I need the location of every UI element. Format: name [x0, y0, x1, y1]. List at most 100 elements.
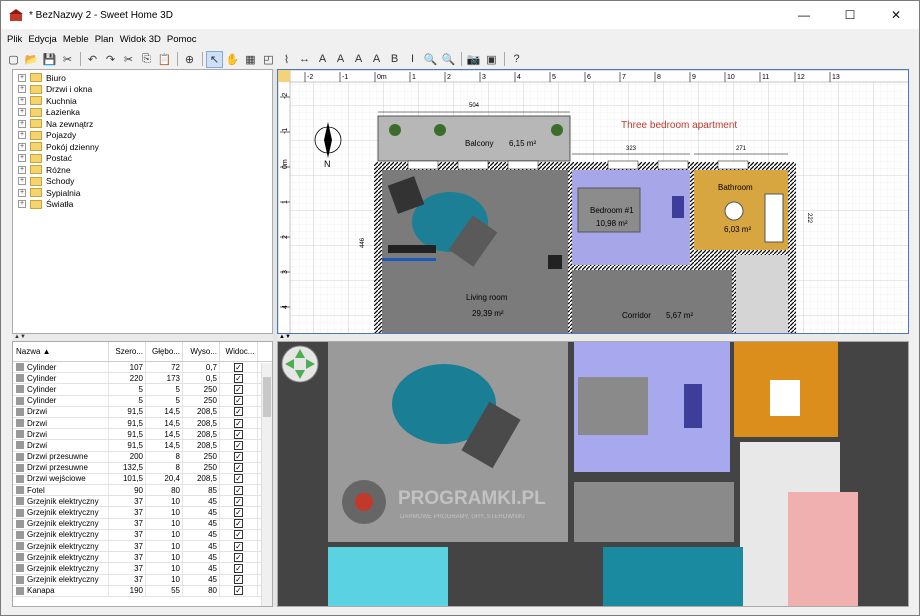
paste-icon[interactable]: 📋: [156, 51, 173, 68]
visible-checkbox[interactable]: ✓: [234, 563, 243, 573]
expand-icon[interactable]: +: [18, 177, 26, 186]
visible-checkbox[interactable]: ✓: [234, 485, 243, 495]
visible-checkbox[interactable]: ✓: [234, 440, 243, 450]
visible-checkbox[interactable]: ✓: [234, 452, 243, 462]
furniture-row[interactable]: Grzejnik elektryczny 37 10 45 ✓: [13, 518, 272, 530]
visible-checkbox[interactable]: ✓: [234, 429, 243, 439]
col-depth-header[interactable]: Głębo...: [146, 342, 183, 361]
furniture-visible[interactable]: ✓: [220, 507, 258, 518]
furniture-visible[interactable]: ✓: [220, 518, 258, 529]
furniture-visible[interactable]: ✓: [220, 473, 258, 485]
3d-view[interactable]: PROGRAMKI.PL DARMOWE PROGRAMY, GRY, STER…: [277, 341, 909, 607]
visible-checkbox[interactable]: ✓: [234, 407, 243, 417]
catalog-category[interactable]: + Pokój dzienny: [13, 141, 272, 153]
furniture-visible[interactable]: ✓: [220, 552, 258, 563]
furniture-row[interactable]: Cylinder 5 5 250 ✓: [13, 384, 272, 396]
furniture-visible[interactable]: ✓: [220, 384, 258, 395]
plant-3[interactable]: [551, 124, 563, 136]
furniture-row[interactable]: Cylinder 5 5 250 ✓: [13, 395, 272, 407]
menu-meble[interactable]: Meble: [60, 32, 92, 48]
bold-icon[interactable]: B: [386, 51, 403, 68]
bathtub[interactable]: [764, 193, 784, 243]
expand-icon[interactable]: +: [18, 85, 26, 94]
copy-icon[interactable]: ⎘: [138, 51, 155, 68]
furniture-row[interactable]: Drzwi 91,5 14,5 208,5 ✓: [13, 440, 272, 452]
furniture-row[interactable]: Grzejnik elektryczny 37 10 45 ✓: [13, 529, 272, 541]
furniture-visible[interactable]: ✓: [220, 585, 258, 596]
kitchen-floor[interactable]: [736, 255, 788, 334]
furniture-row[interactable]: Drzwi 91,5 14,5 208,5 ✓: [13, 417, 272, 430]
corridor-floor[interactable]: [572, 270, 732, 334]
visible-checkbox[interactable]: ✓: [234, 384, 243, 394]
photo-icon[interactable]: 📷: [465, 51, 482, 68]
expand-icon[interactable]: +: [18, 142, 26, 151]
decrease-text-icon[interactable]: A: [368, 51, 385, 68]
save-icon[interactable]: 💾: [41, 51, 58, 68]
furniture-visible[interactable]: ✓: [220, 429, 258, 440]
increase-text-icon[interactable]: A: [350, 51, 367, 68]
catalog-category[interactable]: + Kuchnia: [13, 95, 272, 107]
menu-widok-3d[interactable]: Widok 3D: [117, 32, 164, 48]
maximize-button[interactable]: ☐: [827, 1, 873, 29]
furniture-row[interactable]: Drzwi 91,5 14,5 208,5 ✓: [13, 429, 272, 441]
visible-checkbox[interactable]: ✓: [234, 508, 243, 518]
italic-icon[interactable]: I: [404, 51, 421, 68]
help-icon[interactable]: ?: [508, 51, 525, 68]
furniture-visible[interactable]: ✓: [220, 529, 258, 540]
furniture-visible[interactable]: ✓: [220, 406, 258, 417]
selected-wall[interactable]: [382, 258, 436, 261]
expand-icon[interactable]: +: [18, 188, 26, 197]
3d-canvas[interactable]: PROGRAMKI.PL DARMOWE PROGRAMY, GRY, STER…: [278, 342, 909, 607]
plan-canvas[interactable]: -2 -1 0m 1 2 3 4 5 6 7 8 9 10 11 12 13 -2-10m1234: [278, 70, 909, 334]
close-button[interactable]: ✕: [873, 1, 919, 29]
catalog-category[interactable]: + Biuro: [13, 72, 272, 84]
col-name-header[interactable]: Nazwa ▲: [13, 342, 109, 361]
furniture-row[interactable]: Cylinder 220 173 0,5 ✓: [13, 373, 272, 385]
menu-edycja[interactable]: Edycja: [25, 32, 60, 48]
left-splitter[interactable]: ▲▼: [12, 334, 273, 341]
redo-icon[interactable]: ↷: [102, 51, 119, 68]
furniture-visible[interactable]: ✓: [220, 496, 258, 507]
furniture-row[interactable]: Grzejnik elektryczny 37 10 45 ✓: [13, 541, 272, 553]
furniture-row[interactable]: Drzwi przesuwne 132,5 8 250 ✓: [13, 462, 272, 474]
text-style-icon[interactable]: A: [332, 51, 349, 68]
catalog-category[interactable]: + Sypialnia: [13, 187, 272, 199]
catalog-category[interactable]: + Różne: [13, 164, 272, 176]
menu-plik[interactable]: Plik: [4, 32, 25, 48]
furniture-row[interactable]: Drzwi przesuwne 200 8 250 ✓: [13, 451, 272, 463]
catalog-category[interactable]: + Schody: [13, 176, 272, 188]
visible-checkbox[interactable]: ✓: [234, 362, 243, 372]
furniture-visible[interactable]: ✓: [220, 462, 258, 473]
plan-view[interactable]: -2 -1 0m 1 2 3 4 5 6 7 8 9 10 11 12 13 -2 -1 0m 1 2 3 4: [277, 69, 909, 334]
cut-icon[interactable]: ✂: [120, 51, 137, 68]
scrollbar-thumb[interactable]: [263, 377, 271, 417]
catalog-category[interactable]: + Postać: [13, 153, 272, 165]
plan-title-label[interactable]: Three bedroom apartment: [621, 120, 737, 131]
catalog-category[interactable]: + Pojazdy: [13, 130, 272, 142]
tv-stand[interactable]: [388, 245, 436, 253]
toilet[interactable]: [724, 201, 744, 221]
3d-navigation-arrows[interactable]: [281, 345, 319, 383]
visible-checkbox[interactable]: ✓: [234, 541, 243, 551]
expand-icon[interactable]: +: [18, 108, 26, 117]
catalog-category[interactable]: + Światła: [13, 199, 272, 211]
furniture-visible[interactable]: ✓: [220, 395, 258, 406]
wardrobe[interactable]: [672, 196, 684, 218]
visible-checkbox[interactable]: ✓: [234, 474, 243, 484]
cut-tool-icon[interactable]: ✂: [59, 51, 76, 68]
expand-icon[interactable]: +: [18, 96, 26, 105]
visible-checkbox[interactable]: ✓: [234, 519, 243, 529]
menu-plan[interactable]: Plan: [92, 32, 117, 48]
furniture-visible[interactable]: ✓: [220, 541, 258, 552]
undo-icon[interactable]: ↶: [84, 51, 101, 68]
visible-checkbox[interactable]: ✓: [234, 552, 243, 562]
visible-checkbox[interactable]: ✓: [234, 463, 243, 473]
furniture-row[interactable]: Drzwi wejściowe 101,5 20,4 208,5 ✓: [13, 473, 272, 486]
visible-checkbox[interactable]: ✓: [234, 396, 243, 406]
plant-1[interactable]: [389, 124, 401, 136]
create-walls-icon[interactable]: ▦: [242, 51, 259, 68]
furniture-row[interactable]: Grzejnik elektryczny 37 10 45 ✓: [13, 496, 272, 508]
new-icon[interactable]: ▢: [5, 51, 22, 68]
visible-checkbox[interactable]: ✓: [234, 418, 243, 428]
furniture-visible[interactable]: ✓: [220, 485, 258, 496]
